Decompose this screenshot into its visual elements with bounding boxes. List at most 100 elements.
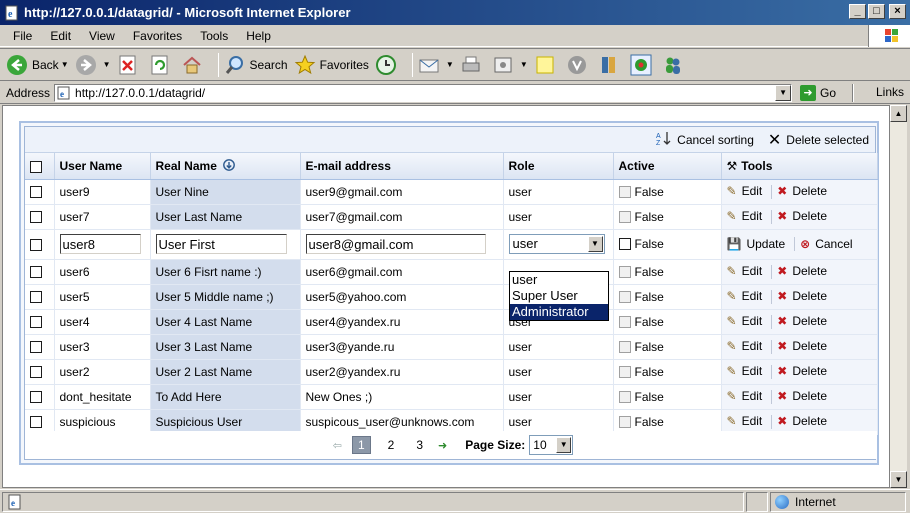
mail-dropdown-icon[interactable]: ▼ — [446, 60, 454, 69]
edit-button[interactable]: ✎ Edit — [727, 364, 763, 378]
row-select-checkbox[interactable] — [30, 316, 42, 329]
next-page-icon[interactable]: ➜ — [438, 439, 447, 452]
cancel-button[interactable]: ⊗ Cancel — [800, 237, 852, 251]
row-select-checkbox[interactable] — [30, 341, 42, 354]
delete-button[interactable]: ✖ Delete — [777, 289, 827, 303]
home-button[interactable] — [181, 51, 207, 79]
row-select-checkbox[interactable] — [30, 391, 42, 404]
edit-button[interactable]: ✎ Edit — [727, 414, 763, 428]
maximize-button[interactable]: □ — [868, 4, 885, 19]
edit-button[interactable]: ✎ Edit — [727, 389, 763, 403]
scroll-down-icon[interactable]: ▼ — [890, 471, 907, 488]
back-dropdown-icon[interactable]: ▼ — [61, 60, 69, 69]
pencil-icon: ✎ — [726, 314, 737, 329]
header-select-all — [25, 153, 55, 180]
realname-input[interactable] — [155, 234, 288, 254]
page-link-3[interactable]: 3 — [411, 437, 428, 453]
role-option-super-user[interactable]: Super User — [510, 288, 608, 304]
header-realname[interactable]: Real Name — [150, 153, 301, 180]
messenger-button[interactable] — [662, 51, 688, 79]
delete-button[interactable]: ✖ Delete — [777, 264, 827, 278]
header-username[interactable]: User Name — [54, 153, 151, 180]
cell-username: user6 — [54, 259, 151, 285]
messenger-shield-button[interactable] — [566, 51, 592, 79]
row-select-checkbox[interactable] — [30, 186, 42, 199]
delete-icon: ✖ — [777, 184, 788, 199]
row-select-checkbox[interactable] — [30, 238, 42, 251]
edit-button[interactable]: ✎ Edit — [727, 209, 763, 223]
header-role[interactable]: Role — [503, 153, 614, 180]
go-button[interactable]: ➜ Go — [800, 84, 836, 101]
address-dropdown-icon[interactable]: ▼ — [775, 84, 792, 101]
select-all-checkbox[interactable] — [30, 160, 42, 173]
search-button[interactable]: Search — [224, 51, 288, 79]
page-size-select[interactable]: 10 ▼ — [529, 435, 574, 455]
flower-icon — [630, 54, 652, 75]
row-select-checkbox[interactable] — [30, 291, 42, 304]
menu-view[interactable]: View — [80, 29, 124, 43]
minimize-button[interactable]: _ — [849, 4, 866, 19]
stop-button[interactable] — [117, 51, 143, 79]
row-select-checkbox[interactable] — [30, 266, 42, 279]
edit-button[interactable]: ✎ Edit — [727, 184, 763, 198]
scroll-up-icon[interactable]: ▲ — [890, 105, 907, 122]
close-button[interactable]: × — [889, 4, 906, 19]
delete-selected-button[interactable]: ✕ Delete selected — [768, 130, 869, 150]
menu-edit[interactable]: Edit — [41, 29, 80, 43]
delete-button[interactable]: ✖ Delete — [777, 414, 827, 428]
page-link-1[interactable]: 1 — [351, 436, 371, 454]
delete-button[interactable]: ✖ Delete — [777, 209, 827, 223]
printer-icon — [462, 56, 480, 71]
delete-button[interactable]: ✖ Delete — [777, 184, 827, 198]
active-checkbox — [618, 340, 631, 353]
back-button[interactable]: Back ▼ — [6, 51, 69, 79]
edit-button[interactable]: ✎ Edit — [727, 264, 763, 278]
edit-button[interactable]: ✎ Edit — [727, 289, 763, 303]
icq-button[interactable] — [630, 51, 656, 79]
cancel-sorting-button[interactable]: AZ Cancel sorting — [656, 130, 754, 149]
header-email[interactable]: E-mail address — [300, 153, 504, 180]
delete-button[interactable]: ✖ Delete — [777, 389, 827, 403]
menu-help[interactable]: Help — [237, 29, 280, 43]
role-option-administrator[interactable]: Administrator — [510, 304, 608, 320]
edit-button[interactable]: ✎ Edit — [727, 314, 763, 328]
row-select-checkbox[interactable] — [30, 416, 42, 429]
delete-button[interactable]: ✖ Delete — [777, 364, 827, 378]
forward-dropdown-icon[interactable]: ▼ — [103, 60, 111, 69]
delete-button[interactable]: ✖ Delete — [777, 314, 827, 328]
username-input[interactable] — [59, 234, 142, 254]
chevron-down-icon[interactable]: ▼ — [587, 236, 603, 252]
forward-button[interactable]: ▼ — [75, 51, 111, 79]
page-link-2[interactable]: 2 — [383, 437, 400, 453]
role-option-user[interactable]: user — [510, 272, 608, 288]
role-select[interactable]: user ▼ — [508, 234, 605, 254]
menu-favorites[interactable]: Favorites — [124, 29, 191, 43]
mail-button[interactable]: ▼ — [418, 51, 454, 79]
edit-page-button[interactable]: ▼ — [492, 51, 528, 79]
address-input[interactable]: e http://127.0.0.1/datagrid/ ▼ — [54, 83, 793, 102]
active-value: False — [634, 339, 664, 354]
edit-page-dropdown-icon[interactable]: ▼ — [520, 60, 528, 69]
favorites-button[interactable]: Favorites — [294, 51, 369, 79]
vertical-scrollbar[interactable]: ▲ ▼ — [890, 105, 907, 488]
links-button[interactable]: Links — [876, 85, 904, 99]
menu-tools[interactable]: Tools — [191, 29, 237, 43]
refresh-button[interactable] — [149, 51, 175, 79]
delete-button[interactable]: ✖ Delete — [777, 339, 827, 353]
row-select-checkbox[interactable] — [30, 211, 42, 224]
email-input[interactable] — [305, 234, 486, 254]
row-select-checkbox[interactable] — [30, 366, 42, 379]
history-button[interactable] — [375, 51, 401, 79]
cell-realname: To Add Here — [150, 384, 301, 410]
discuss-button[interactable] — [534, 51, 560, 79]
header-active[interactable]: Active — [613, 153, 722, 180]
chevron-down-icon[interactable]: ▼ — [556, 437, 572, 453]
cell-realname: User Nine — [150, 179, 301, 205]
update-button[interactable]: 💾 Update — [727, 237, 786, 251]
print-button[interactable] — [460, 51, 486, 79]
research-button[interactable] — [598, 51, 624, 79]
active-checkbox[interactable] — [618, 238, 631, 250]
previous-page-icon[interactable]: ⇦ — [333, 439, 342, 452]
menu-file[interactable]: File — [4, 29, 41, 43]
edit-button[interactable]: ✎ Edit — [727, 339, 763, 353]
